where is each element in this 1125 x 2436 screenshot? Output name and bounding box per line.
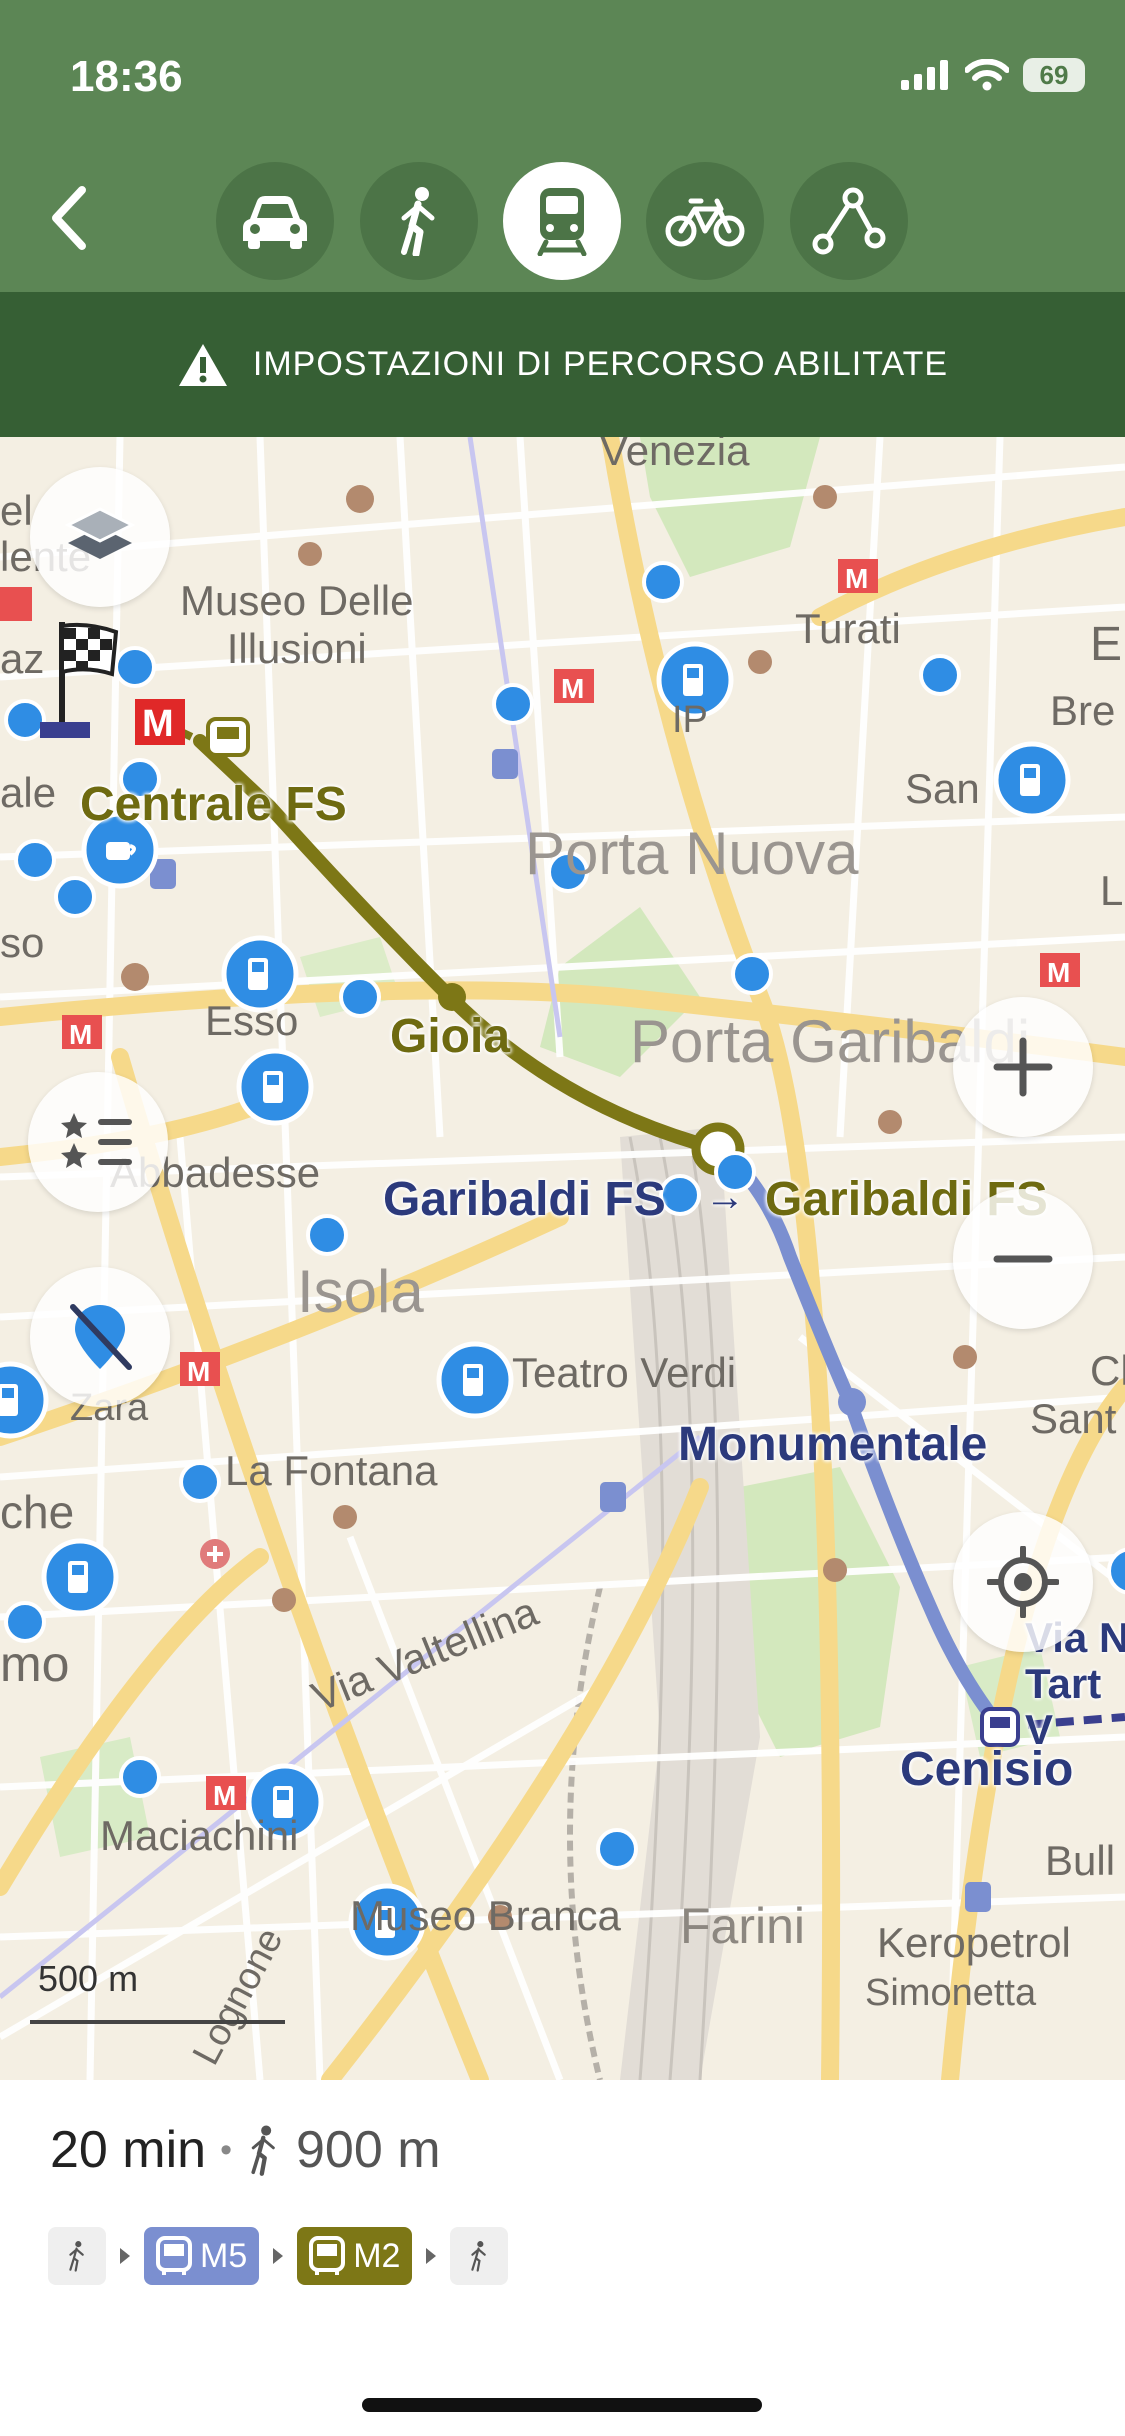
mode-route-button[interactable] xyxy=(790,162,908,280)
favorites-list-button[interactable] xyxy=(28,1072,168,1212)
line-label-m2: M2 xyxy=(353,2236,401,2275)
minus-icon xyxy=(993,1255,1053,1263)
map-scale-label: 500 m xyxy=(38,1958,139,1999)
plus-icon xyxy=(993,1037,1053,1097)
mode-transit-button[interactable] xyxy=(503,162,621,280)
line-label-m5: M5 xyxy=(200,2236,248,2275)
bike-icon xyxy=(665,198,745,247)
transfer-arrow: → xyxy=(705,1175,745,1219)
route-summary-sheet[interactable]: 20 min • 900 m M5 M2 xyxy=(0,2080,1125,2436)
station-label-garibaldi-fs-m5[interactable]: Garibaldi FS xyxy=(383,1172,666,1227)
mode-bike-button[interactable] xyxy=(646,162,764,280)
map-label-teatro-verdi: Teatro Verdi xyxy=(512,1349,737,1396)
map-label-maciachini: Maciachini xyxy=(100,1812,299,1859)
map-label-bull: Bull xyxy=(1045,1837,1116,1884)
separator-dot: • xyxy=(220,2130,232,2169)
step-walk-end xyxy=(450,2227,509,2285)
banner-text: IMPOSTAZIONI DI PERCORSO ABILITATE xyxy=(252,345,949,383)
map-label-farini: Farini xyxy=(680,1898,806,1954)
step-arrow xyxy=(426,2248,437,2264)
station-label-gioia[interactable]: Gioia xyxy=(390,1009,510,1064)
map-view[interactable]: M M M M M M M el az ale so Venezia Museo… xyxy=(0,437,1125,2080)
map-label-mo: mo xyxy=(0,1636,70,1692)
crosshair-icon xyxy=(987,1546,1059,1618)
map-label-che: che xyxy=(0,1486,75,1538)
favorites-icon xyxy=(61,1113,132,1168)
map-label-san: San xyxy=(905,765,980,812)
bus-icon xyxy=(309,2236,346,2275)
map-label-sant: Sant xyxy=(1030,1395,1117,1442)
mode-walk-button[interactable] xyxy=(360,162,478,280)
walk-icon xyxy=(69,2241,84,2272)
zoom-out-button[interactable] xyxy=(953,1189,1093,1329)
svg-text:M: M xyxy=(1047,957,1070,988)
battery-indicator: 69 xyxy=(1023,58,1085,92)
warning-icon xyxy=(178,343,227,386)
step-line-m5: M5 xyxy=(144,2227,260,2285)
walk-distance: 900 m xyxy=(295,2121,441,2179)
map-label-porta-nuova: Porta Nuova xyxy=(525,820,859,887)
svg-text:M: M xyxy=(561,673,584,704)
map-label-keropetrol: Keropetrol xyxy=(877,1919,1071,1966)
hide-pois-button[interactable] xyxy=(30,1267,170,1407)
wifi-icon xyxy=(965,59,1009,91)
station-label-centrale-fs[interactable]: Centrale FS xyxy=(80,777,347,832)
zoom-in-button[interactable] xyxy=(953,997,1093,1137)
svg-text:M: M xyxy=(845,563,868,594)
svg-text:M: M xyxy=(142,703,174,745)
map-label-esso: Esso xyxy=(205,997,299,1044)
map-label-la-fontana: La Fontana xyxy=(225,1447,438,1494)
car-icon xyxy=(243,196,307,249)
route-icon xyxy=(812,187,886,255)
svg-text:M: M xyxy=(213,1780,236,1811)
finish-flag xyxy=(40,622,119,738)
mode-car-button[interactable] xyxy=(216,162,334,280)
home-indicator[interactable] xyxy=(362,2398,762,2412)
svg-text:M: M xyxy=(187,1356,210,1387)
map-label-ip: IP xyxy=(672,699,708,741)
route-duration: 20 min xyxy=(50,2121,207,2179)
status-icons: 69 xyxy=(901,58,1085,92)
train-icon xyxy=(537,188,587,256)
map-label-isola: Isola xyxy=(297,1258,424,1325)
step-walk-start xyxy=(48,2227,106,2285)
signal-icon xyxy=(901,60,948,90)
map-label-so: so xyxy=(0,919,45,966)
step-arrow xyxy=(120,2248,130,2264)
map-label-museo-illusioni: Museo Delle Illusioni xyxy=(180,577,414,672)
walk-icon xyxy=(401,187,435,256)
route-steps[interactable]: M5 M2 xyxy=(48,2227,509,2285)
map-label-l: L xyxy=(1100,867,1124,914)
layers-icon xyxy=(64,507,136,559)
map-label-museo-branca: Museo Branca xyxy=(350,1892,621,1939)
route-summary: 20 min • 900 m xyxy=(50,2120,441,2180)
map-label-bre: Bre xyxy=(1050,687,1116,734)
location-off-icon xyxy=(70,1304,132,1370)
top-bar: 18:36 69 xyxy=(0,0,1125,292)
walk-icon xyxy=(471,2241,487,2272)
map-label-ale: ale xyxy=(0,769,57,816)
map-label-simonetta: Simonetta xyxy=(865,1972,1037,2014)
map-scale-bar xyxy=(30,2020,285,2024)
walk-icon xyxy=(251,2125,275,2176)
bus-icon xyxy=(156,2236,192,2275)
station-label-monumentale[interactable]: Monumentale xyxy=(678,1417,987,1472)
svg-text:M: M xyxy=(69,1019,92,1050)
map-label-ch: Ch xyxy=(1090,1347,1125,1394)
map-label-az: az xyxy=(0,635,45,682)
map-label-turati: Turati xyxy=(795,605,901,652)
step-arrow xyxy=(273,2248,284,2264)
map-label-el: el xyxy=(0,487,33,534)
my-location-button[interactable] xyxy=(953,1512,1093,1652)
map-label-venezia: Venezia xyxy=(600,437,750,474)
station-label-cenisio[interactable]: Cenisio xyxy=(900,1742,1073,1797)
step-line-m2: M2 xyxy=(297,2227,413,2285)
status-time: 18:36 xyxy=(70,52,183,101)
back-button[interactable] xyxy=(40,178,100,258)
route-settings-banner[interactable]: IMPOSTAZIONI DI PERCORSO ABILITATE xyxy=(0,292,1125,437)
layers-button[interactable] xyxy=(30,467,170,607)
map-label-e: E xyxy=(1090,618,1123,671)
